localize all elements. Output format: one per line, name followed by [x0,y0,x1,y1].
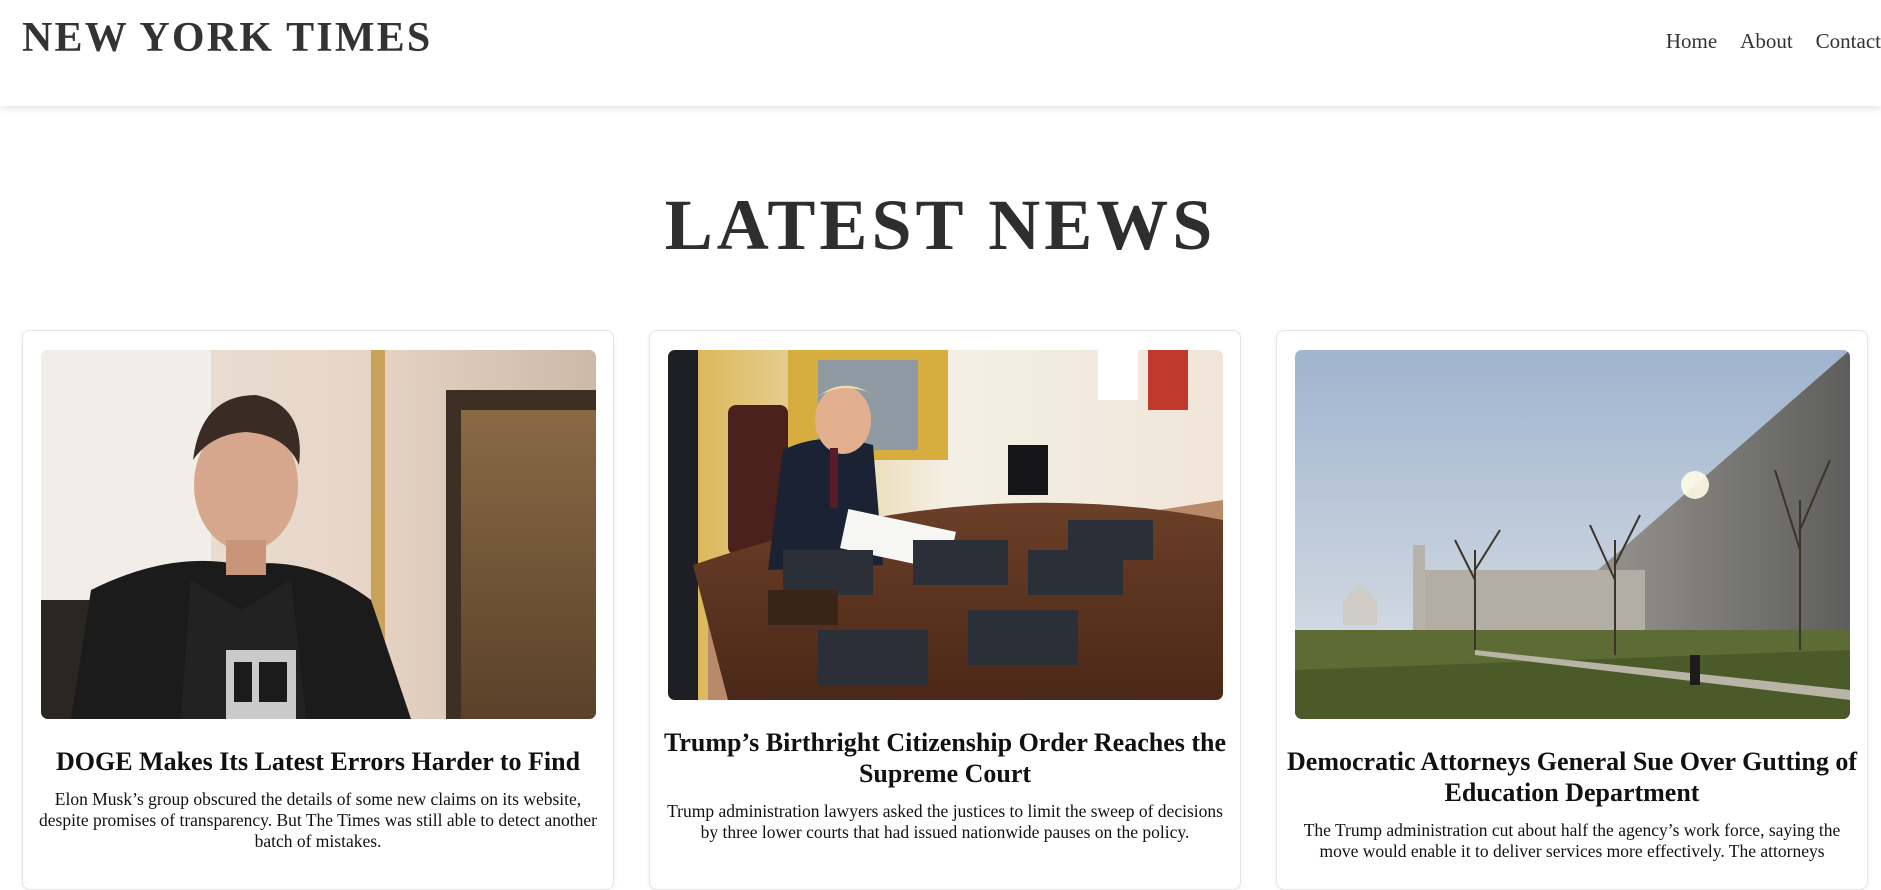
site-header: NEW YORK TIMES Home About Contact [0,0,1881,106]
nav-link-home[interactable]: Home [1666,24,1717,58]
government-building-photo-icon[interactable] [1295,350,1850,719]
nav-link-contact[interactable]: Contact [1816,24,1881,58]
article-title[interactable]: Trump’s Birthright Citizenship Order Rea… [658,727,1232,789]
article-summary: Trump administration lawyers asked the j… [667,801,1223,842]
article-title[interactable]: Democratic Attorneys General Sue Over Gu… [1285,746,1859,808]
main-nav: Home About Contact [1666,24,1881,58]
article-card[interactable]: DOGE Makes Its Latest Errors Harder to F… [22,330,614,890]
article-title[interactable]: DOGE Makes Its Latest Errors Harder to F… [31,746,605,777]
article-card[interactable]: Democratic Attorneys General Sue Over Gu… [1276,330,1868,890]
oval-office-desk-photo-icon[interactable] [668,350,1223,700]
nav-link-about[interactable]: About [1740,24,1793,58]
article-summary: Elon Musk’s group obscured the details o… [39,789,597,851]
article-summary: The Trump administration cut about half … [1303,820,1841,861]
portrait-photo-icon[interactable] [41,350,596,719]
site-title[interactable]: NEW YORK TIMES [22,12,432,64]
article-card[interactable]: Trump’s Birthright Citizenship Order Rea… [649,330,1241,890]
section-title: LATEST NEWS [664,185,1217,265]
